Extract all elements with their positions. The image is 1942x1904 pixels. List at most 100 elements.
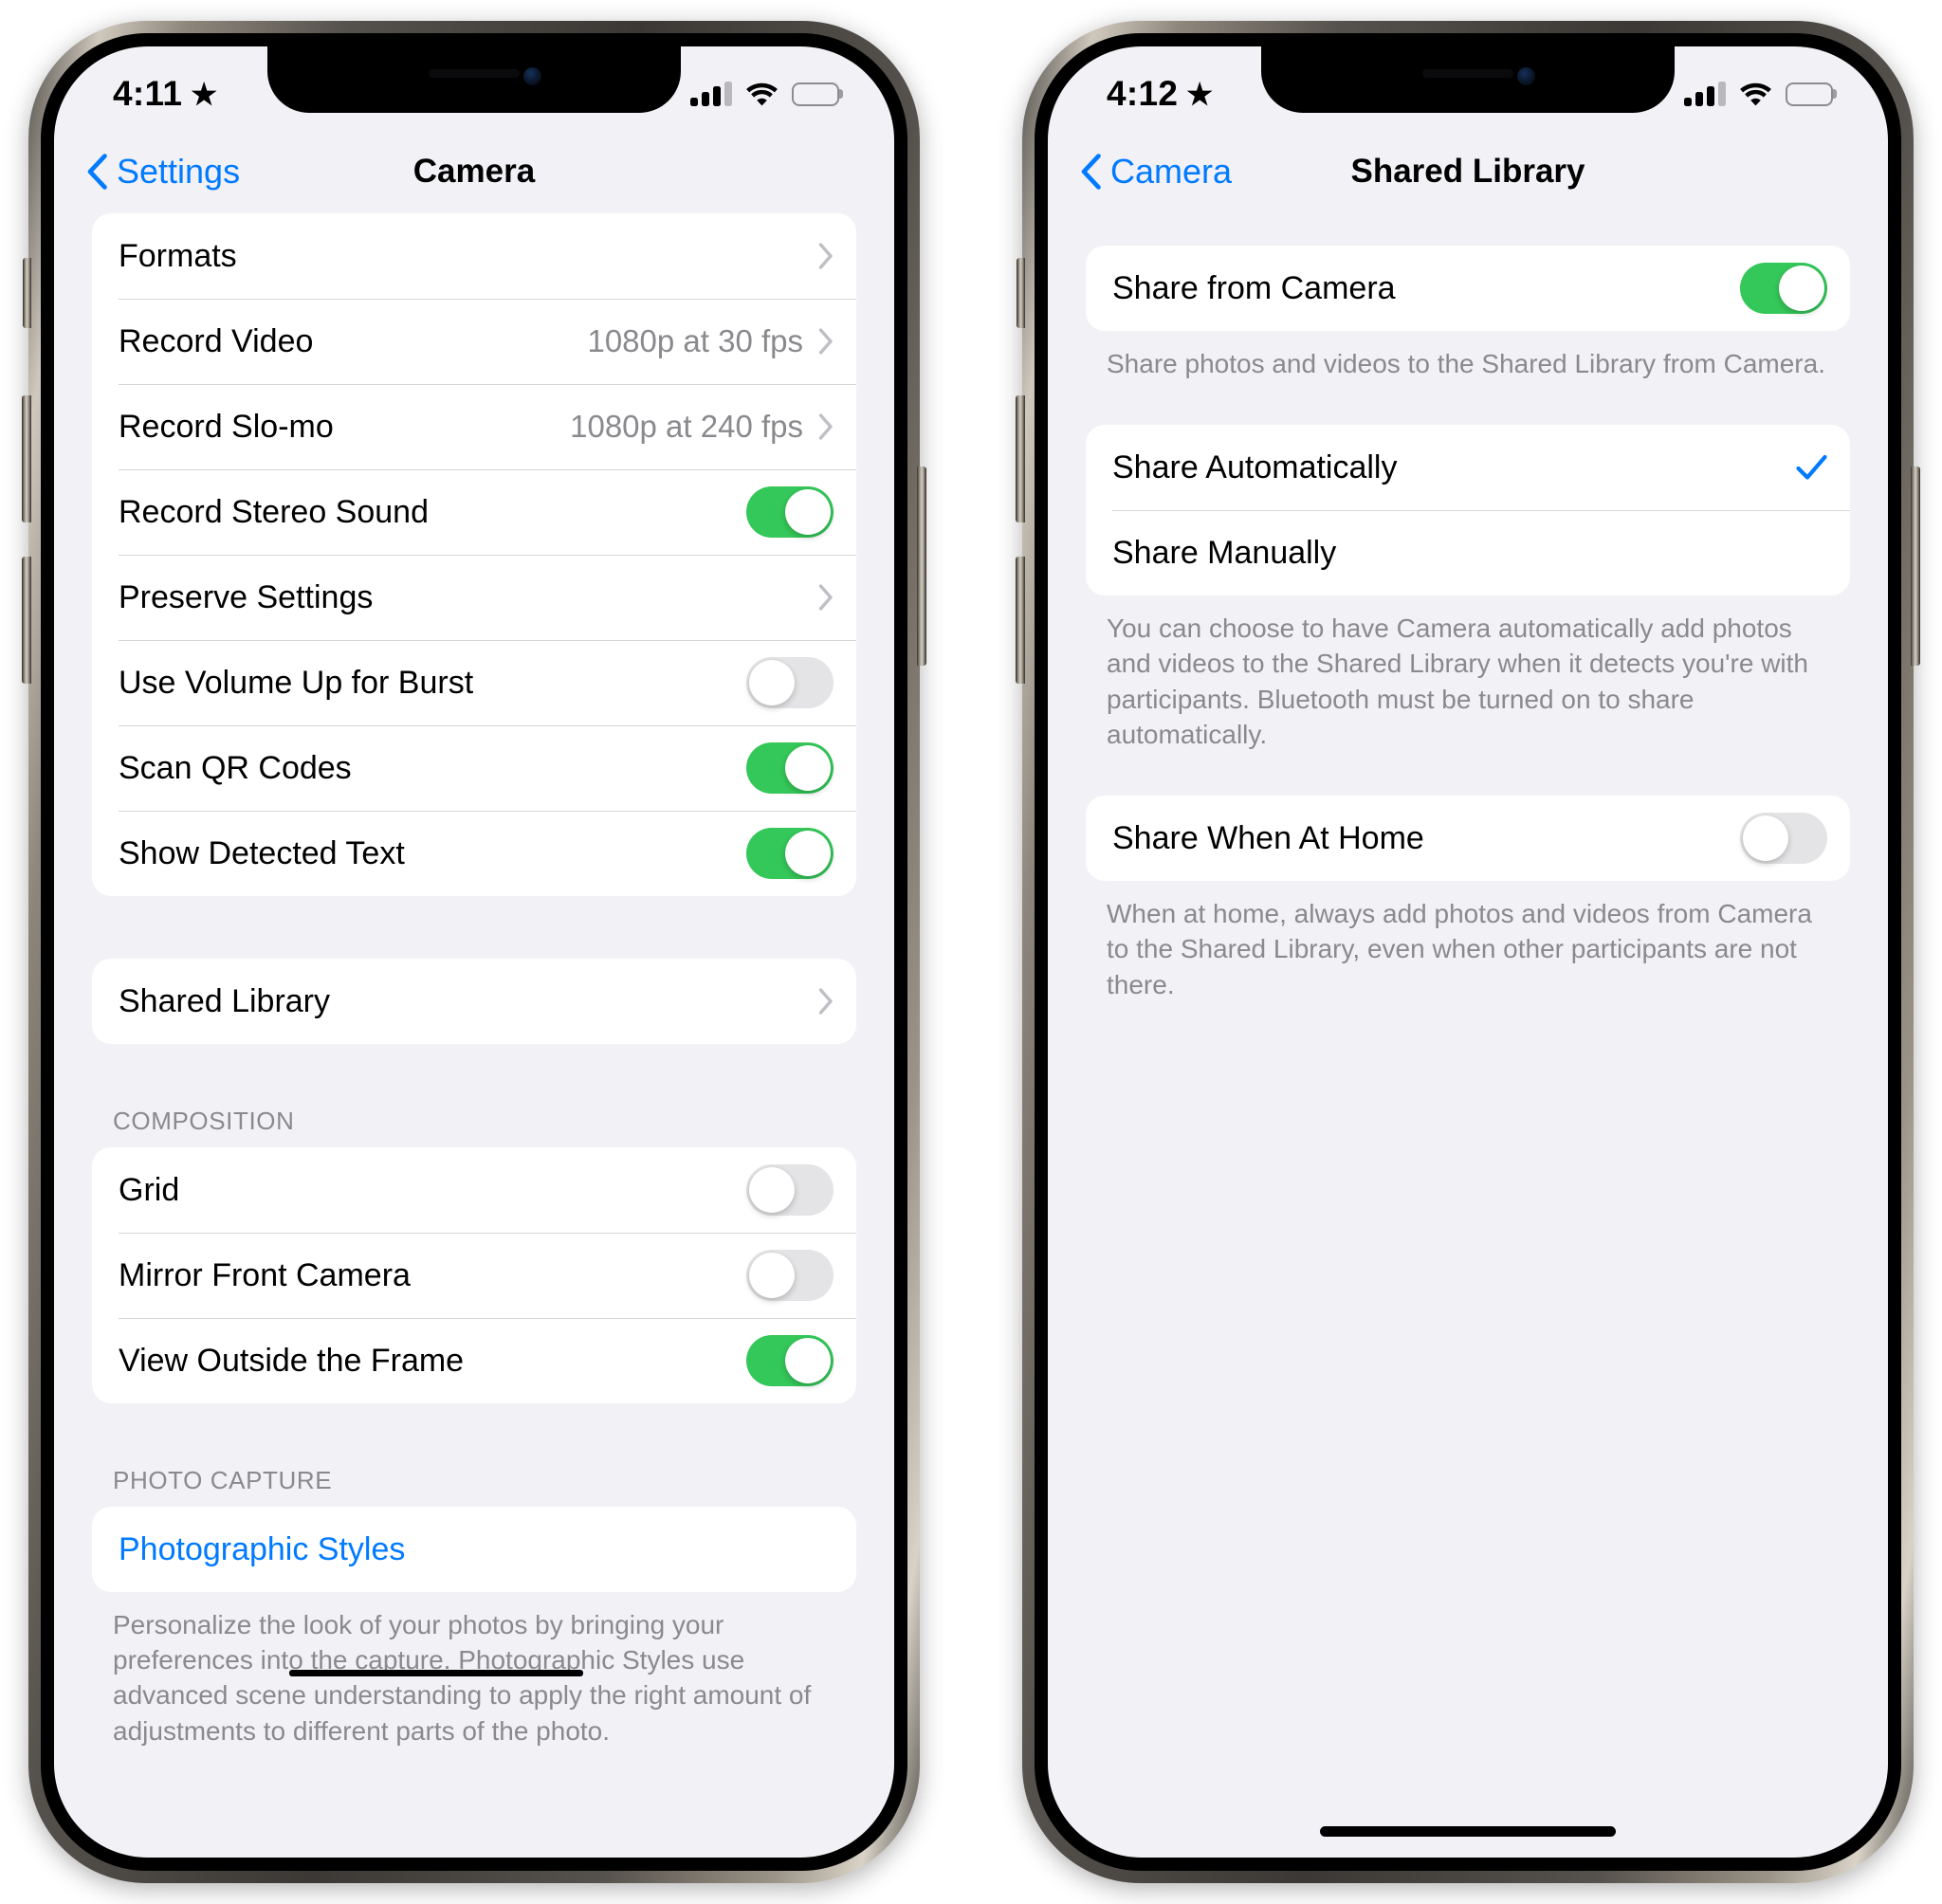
settings-group-shared-library: Shared Library xyxy=(92,959,856,1044)
silent-switch[interactable] xyxy=(1017,258,1025,328)
row-value: 1080p at 30 fps xyxy=(587,323,803,358)
section-header-photo-capture: PHOTO CAPTURE xyxy=(113,1466,333,1494)
battery-icon xyxy=(792,82,839,106)
status-bar: 4:11 ★ xyxy=(54,46,894,130)
row-record-slo-mo[interactable]: Record Slo-mo 1080p at 240 fps xyxy=(92,384,856,469)
row-share-when-at-home[interactable]: Share When At Home xyxy=(1086,796,1850,881)
row-record-stereo-sound[interactable]: Record Stereo Sound xyxy=(92,469,856,555)
row-view-outside-the-frame[interactable]: View Outside the Frame xyxy=(92,1318,856,1403)
back-button-label: Settings xyxy=(117,152,241,191)
settings-list-left: Formats Record Video 1080p at 30 fps Rec… xyxy=(54,213,894,1748)
section-header-composition: COMPOSITION xyxy=(113,1107,295,1135)
iphone-device-left: 4:11 ★ Settings Camera Formats Record Vi… xyxy=(22,21,926,1883)
toggle-record-stereo-sound[interactable] xyxy=(746,486,834,538)
row-label: Share from Camera xyxy=(1112,269,1396,306)
row-label: Show Detected Text xyxy=(119,834,405,871)
chevron-right-icon xyxy=(818,988,833,1015)
row-label: Use Volume Up for Burst xyxy=(119,664,474,701)
row-use-volume-up-for-burst[interactable]: Use Volume Up for Burst xyxy=(92,640,856,725)
volume-up-button[interactable] xyxy=(22,395,31,522)
power-button[interactable] xyxy=(917,467,926,666)
navigation-bar-left: Settings Camera xyxy=(54,130,894,213)
iphone-device-right: 4:12 ★ Camera Shared Library Share from … xyxy=(1016,21,1920,1883)
toggle-use-volume-up-for-burst[interactable] xyxy=(746,657,834,708)
silent-switch[interactable] xyxy=(23,258,31,328)
row-mirror-front-camera[interactable]: Mirror Front Camera xyxy=(92,1233,856,1318)
row-photographic-styles[interactable]: Photographic Styles xyxy=(92,1507,856,1592)
row-label: Preserve Settings xyxy=(119,578,374,615)
screen-left: 4:11 ★ Settings Camera Formats Record Vi… xyxy=(54,46,894,1858)
footnote-share-at-home: When at home, always add photos and vide… xyxy=(1107,899,1812,999)
navigation-bar-right: Camera Shared Library xyxy=(1048,130,1888,213)
settings-group-composition: Grid Mirror Front Camera View Outside th… xyxy=(92,1147,856,1403)
row-preserve-settings[interactable]: Preserve Settings xyxy=(92,555,856,640)
battery-icon xyxy=(1786,82,1833,106)
row-label: Scan QR Codes xyxy=(119,749,352,786)
row-label: Shared Library xyxy=(119,982,331,1019)
row-grid[interactable]: Grid xyxy=(92,1147,856,1233)
row-accessory xyxy=(746,742,834,794)
row-record-video[interactable]: Record Video 1080p at 30 fps xyxy=(92,299,856,384)
cellular-signal-icon xyxy=(1684,82,1726,106)
row-label: Share Manually xyxy=(1112,534,1337,571)
back-button-settings[interactable]: Settings xyxy=(86,152,240,192)
row-label: Share Automatically xyxy=(1112,449,1398,485)
status-bar: 4:12 ★ xyxy=(1048,46,1888,130)
row-accessory xyxy=(746,1335,834,1386)
row-share-manually[interactable]: Share Manually xyxy=(1086,510,1850,595)
toggle-grid[interactable] xyxy=(746,1164,834,1216)
chevron-right-icon xyxy=(818,413,833,440)
row-label: Grid xyxy=(119,1171,180,1208)
power-button[interactable] xyxy=(1911,467,1920,666)
chevron-right-icon xyxy=(818,328,833,355)
row-accessory xyxy=(746,486,834,538)
row-share-automatically[interactable]: Share Automatically xyxy=(1086,425,1850,510)
row-label: Mirror Front Camera xyxy=(119,1256,411,1293)
cellular-signal-icon xyxy=(690,82,732,106)
screen-right: 4:12 ★ Camera Shared Library Share from … xyxy=(1048,46,1888,1858)
volume-down-button[interactable] xyxy=(1016,557,1025,684)
settings-group-capture: Formats Record Video 1080p at 30 fps Rec… xyxy=(92,213,856,896)
row-accessory xyxy=(818,584,834,611)
back-button-label: Camera xyxy=(1110,152,1233,191)
row-label: Photographic Styles xyxy=(119,1530,406,1567)
volume-up-button[interactable] xyxy=(1016,395,1025,522)
row-accessory xyxy=(1740,813,1827,865)
status-indicators xyxy=(1684,70,1833,106)
row-show-detected-text[interactable]: Show Detected Text xyxy=(92,811,856,896)
device-bezel: 4:12 ★ Camera Shared Library Share from … xyxy=(1035,33,1901,1871)
row-accessory: 1080p at 240 fps xyxy=(570,409,834,445)
toggle-view-outside-the-frame[interactable] xyxy=(746,1335,834,1386)
status-time: 4:12 xyxy=(1107,74,1179,113)
toggle-share-from-camera[interactable] xyxy=(1740,263,1827,314)
top-spacer xyxy=(1086,213,1850,246)
toggle-show-detected-text[interactable] xyxy=(746,828,834,879)
row-share-from-camera[interactable]: Share from Camera xyxy=(1086,246,1850,331)
footnote-share-mode: You can choose to have Camera automatica… xyxy=(1107,613,1808,749)
footnote-share-from-camera: Share photos and videos to the Shared Li… xyxy=(1107,349,1825,378)
chevron-left-icon xyxy=(87,154,107,190)
row-scan-qr-codes[interactable]: Scan QR Codes xyxy=(92,725,856,811)
home-indicator[interactable] xyxy=(1320,1826,1616,1837)
toggle-mirror-front-camera[interactable] xyxy=(746,1250,834,1301)
settings-list-right: Share from Camera Share photos and video… xyxy=(1048,213,1888,1002)
row-shared-library[interactable]: Shared Library xyxy=(92,959,856,1044)
row-formats[interactable]: Formats xyxy=(92,213,856,299)
toggle-scan-qr-codes[interactable] xyxy=(746,742,834,794)
settings-group-share-mode: Share Automatically Share Manually xyxy=(1086,425,1850,596)
toggle-share-when-at-home[interactable] xyxy=(1740,813,1827,865)
footnote-photo-capture: Personalize the look of your photos by b… xyxy=(92,1592,856,1748)
back-button-camera[interactable]: Camera xyxy=(1080,152,1232,192)
status-time: 4:11 xyxy=(113,74,183,113)
row-value: 1080p at 240 fps xyxy=(570,409,803,444)
checkmark-icon xyxy=(1796,455,1827,480)
volume-down-button[interactable] xyxy=(22,557,31,684)
row-accessory xyxy=(746,1250,834,1301)
settings-group-share-from-camera: Share from Camera xyxy=(1086,246,1850,331)
status-time-group: 4:11 ★ xyxy=(113,63,397,114)
row-label: Formats xyxy=(119,237,237,274)
